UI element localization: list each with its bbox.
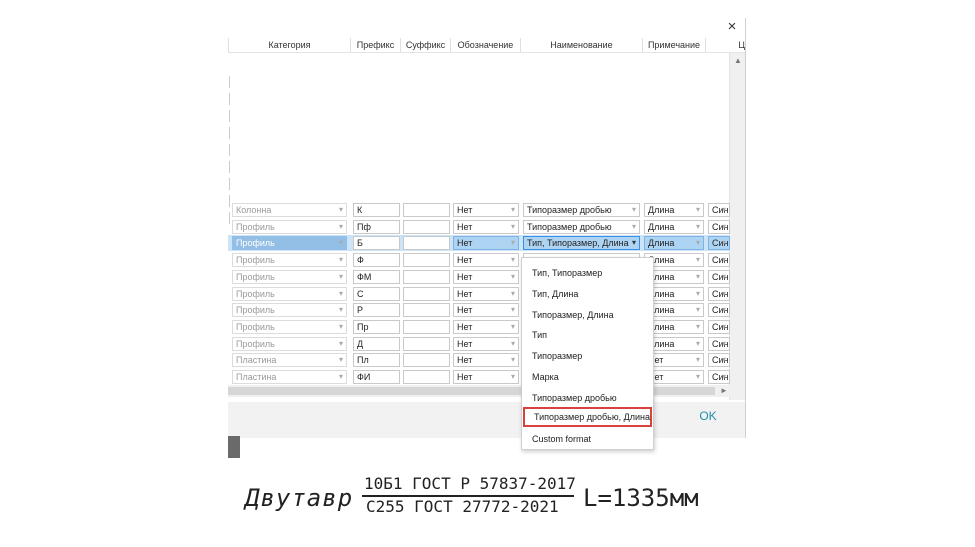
category-select[interactable]: Профиль <box>232 336 347 351</box>
category-select[interactable]: Профиль <box>232 219 347 234</box>
designation-formula: Двутавр 10Б1 ГОСТ Р 57837-2017 С255 ГОСТ… <box>245 470 715 530</box>
name-select[interactable]: Тип, Типоразмер, Длина <box>523 236 640 251</box>
color-select[interactable]: Синий <box>708 253 730 268</box>
name-select[interactable]: Типоразмер дробью <box>523 203 640 217</box>
category-select[interactable]: Пластина <box>232 370 347 384</box>
suffix-input[interactable] <box>403 286 450 301</box>
arrow-right-icon[interactable]: ► <box>720 385 730 397</box>
name-format-dropdown[interactable]: Тип, Типоразмер Тип, Длина Типоразмер, Д… <box>521 257 654 450</box>
color-select[interactable]: Синий <box>708 336 730 351</box>
dropdown-option-highlighted[interactable]: Типоразмер дробью, Длина <box>523 407 652 427</box>
suffix-input[interactable] <box>403 336 450 351</box>
color-select[interactable]: Синий <box>708 303 730 318</box>
designation-select[interactable]: Нет <box>453 236 519 251</box>
color-select[interactable]: Синий <box>708 203 730 217</box>
ok-button[interactable]: OK <box>690 405 726 427</box>
category-select[interactable]: Профиль <box>232 319 347 334</box>
note-select[interactable]: Длина <box>644 236 704 251</box>
table-row[interactable]: Колонна К Нет Типоразмер дробью Длина Синий <box>228 202 730 218</box>
column-header-prefix[interactable]: Префикс <box>350 38 400 53</box>
category-select[interactable]: Колонна <box>232 203 347 217</box>
table-header: Категория Префикс Суффикс Обозначение На… <box>228 38 745 53</box>
category-select[interactable]: Профиль <box>232 253 347 268</box>
designation-select[interactable]: Нет <box>453 353 519 368</box>
designation-select[interactable]: Нет <box>453 253 519 268</box>
column-header-name[interactable]: Наименование <box>520 38 642 53</box>
category-select[interactable]: Профиль <box>232 269 347 284</box>
column-header-note[interactable]: Примечание <box>642 38 705 53</box>
category-select[interactable]: Профиль <box>232 286 347 301</box>
column-header-designation[interactable]: Обозначение <box>450 38 520 53</box>
color-select[interactable]: Синий <box>708 236 730 251</box>
prefix-input[interactable]: Д <box>353 336 400 351</box>
dropdown-option[interactable]: Типоразмер дробью <box>522 388 653 408</box>
designation-select[interactable]: Нет <box>453 336 519 351</box>
suffix-input[interactable] <box>403 353 450 368</box>
color-select[interactable]: Синий <box>708 269 730 284</box>
table-row[interactable]: Профиль Б Нет Тип, Типоразмер, Длина Длина Си… <box>228 235 730 252</box>
prefix-input[interactable]: Ф <box>353 253 400 268</box>
prefix-input[interactable]: Пл <box>353 353 400 368</box>
suffix-input[interactable] <box>403 219 450 234</box>
category-select[interactable]: Профиль <box>232 303 347 318</box>
designation-select[interactable]: Нет <box>453 303 519 318</box>
designation-select[interactable]: Нет <box>453 269 519 284</box>
column-header-extra[interactable]: Ц <box>705 38 745 53</box>
prefix-input[interactable]: ФИ <box>353 370 400 384</box>
dropdown-option[interactable]: Типоразмер <box>522 346 653 366</box>
dropdown-option[interactable]: Тип <box>522 325 653 345</box>
suffix-input[interactable] <box>403 253 450 268</box>
dialog-titlebar: × <box>228 18 745 38</box>
formula-lead: Двутавр <box>245 484 354 512</box>
column-header-suffix[interactable]: Суффикс <box>400 38 450 53</box>
designation-select[interactable]: Нет <box>453 219 519 234</box>
prefix-input[interactable]: ФМ <box>353 269 400 284</box>
note-select[interactable]: Длина <box>644 219 704 234</box>
background-window-edge <box>228 436 240 458</box>
name-select[interactable]: Типоразмер дробью <box>523 219 640 234</box>
note-select[interactable]: Длина <box>644 203 704 217</box>
designation-select[interactable]: Нет <box>453 370 519 384</box>
dropdown-option[interactable]: Тип, Типоразмер <box>522 263 653 283</box>
color-select[interactable]: Синий <box>708 219 730 234</box>
color-select[interactable]: Синий <box>708 286 730 301</box>
category-select[interactable]: Пластина <box>232 353 347 368</box>
table-row[interactable]: Профиль Пф Нет Типоразмер дробью Длина Синий <box>228 219 730 235</box>
suffix-input[interactable] <box>403 370 450 384</box>
suffix-input[interactable] <box>403 203 450 217</box>
formula-numerator: 10Б1 ГОСТ Р 57837-2017 <box>364 474 576 493</box>
category-select[interactable]: Профиль <box>232 236 347 251</box>
dropdown-option[interactable]: Custom format <box>522 429 653 449</box>
prefix-input[interactable]: С <box>353 286 400 301</box>
color-select[interactable]: Синий <box>708 319 730 334</box>
suffix-input[interactable] <box>403 319 450 334</box>
prefix-input[interactable]: Пр <box>353 319 400 334</box>
horizontal-scrollbar[interactable]: ► <box>228 385 745 397</box>
color-select[interactable]: Синий <box>708 353 730 368</box>
vertical-scrollbar[interactable]: ▲ ▼ <box>729 53 745 400</box>
designation-select[interactable]: Нет <box>453 319 519 334</box>
arrow-up-icon[interactable]: ▲ <box>730 55 745 67</box>
prefix-input[interactable]: Б <box>353 236 400 251</box>
dropdown-option[interactable]: Марка <box>522 367 653 387</box>
designation-select[interactable]: Нет <box>453 286 519 301</box>
suffix-input[interactable] <box>403 236 450 251</box>
dropdown-option[interactable]: Типоразмер, Длина <box>522 305 653 325</box>
prefix-input[interactable]: Р <box>353 303 400 318</box>
suffix-input[interactable] <box>403 303 450 318</box>
suffix-input[interactable] <box>403 269 450 284</box>
formula-denominator: С255 ГОСТ 27772-2021 <box>366 497 559 516</box>
prefix-input[interactable]: Пф <box>353 219 400 234</box>
designation-select[interactable]: Нет <box>453 203 519 217</box>
dropdown-option[interactable]: Тип, Длина <box>522 284 653 304</box>
formula-tail: L=1335мм <box>583 484 699 512</box>
color-select[interactable]: Синий <box>708 370 730 384</box>
column-header-category[interactable]: Категория <box>228 38 350 53</box>
prefix-input[interactable]: К <box>353 203 400 217</box>
close-icon[interactable]: × <box>722 18 742 38</box>
